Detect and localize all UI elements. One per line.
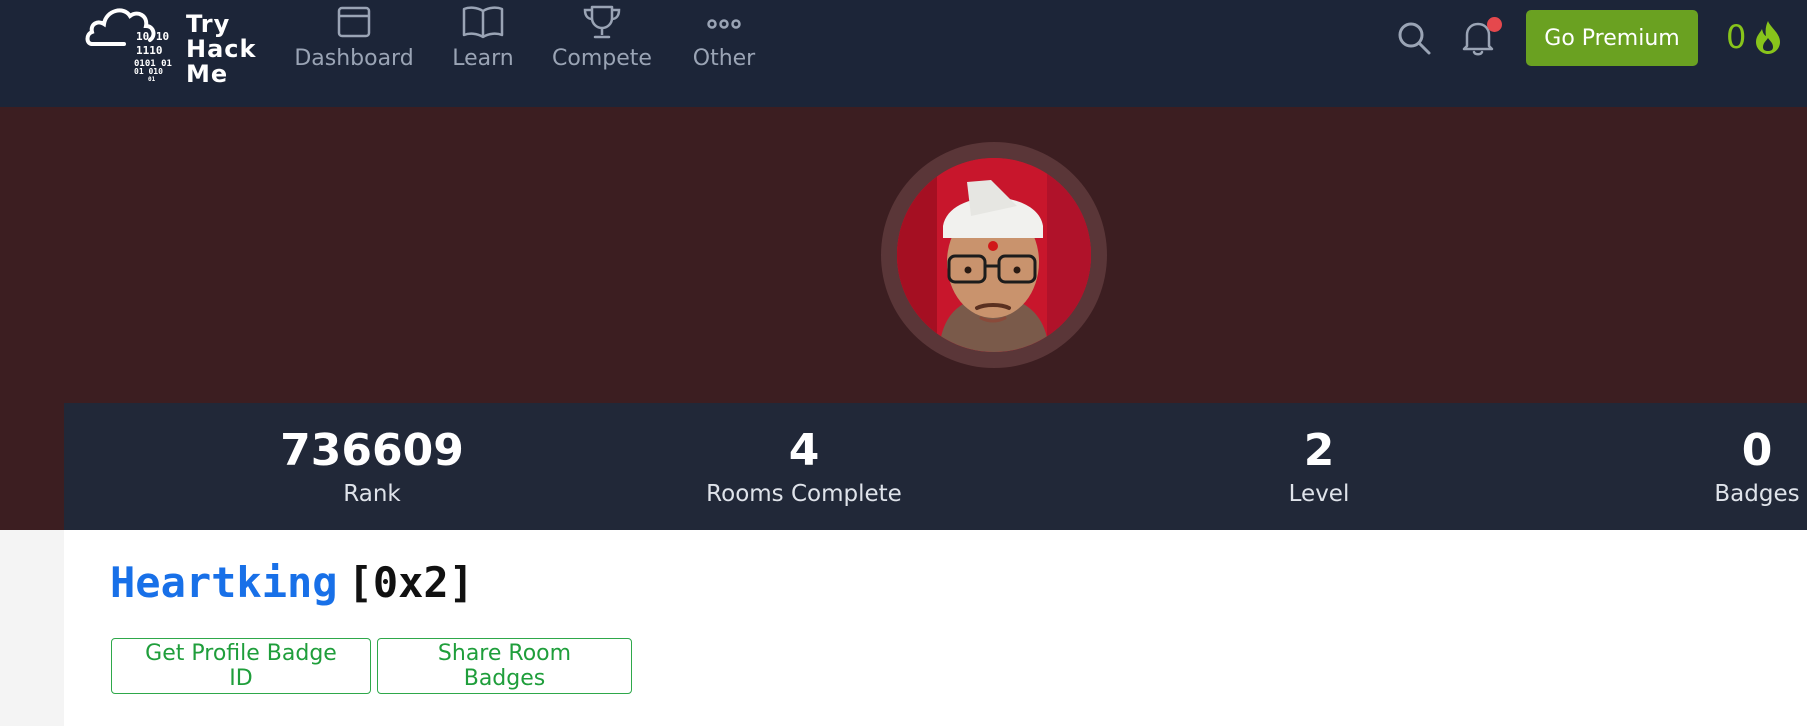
nav-learn-label: Learn [452,46,514,71]
stat-rank-label: Rank [343,481,401,507]
profile-content: Heartking [0x2] Get Profile Badge ID Shar… [64,530,1807,726]
user-avatar-photo [897,158,1091,352]
user-level-tag: [0x2] [347,558,475,607]
cloud-logo-icon: 10 10 1110 0101 01 01 010 01 [85,8,172,83]
stat-rooms-label: Rooms Complete [706,481,902,507]
username: Heartking [110,558,338,607]
nav-dashboard-label: Dashboard [294,46,414,71]
username-heading: Heartking [0x2] [110,558,474,607]
streak-count: 0 [1726,18,1747,56]
avatar[interactable] [897,158,1091,352]
nav-other-label: Other [692,46,756,71]
trophy-icon [583,5,621,39]
svg-text:01 010: 01 010 [134,67,163,76]
stat-level-value: 2 [1303,425,1335,476]
notification-dot [1487,17,1502,32]
svg-text:01: 01 [148,76,156,83]
stat-rank: 736609 Rank [212,403,532,530]
share-room-badges-button[interactable]: Share Room Badges [377,638,632,694]
browser-window-icon [337,6,371,38]
nav-compete-label: Compete [552,46,652,71]
nav-compete[interactable]: Compete [548,0,656,90]
nav-other[interactable]: Other [688,0,760,90]
logo-wordmark: Try Hack Me [186,10,257,88]
flame-icon [1756,21,1781,54]
stat-badges-value: 0 [1741,425,1773,476]
more-dots-icon [707,19,741,29]
go-premium-button[interactable]: Go Premium [1526,10,1698,66]
stat-rooms-complete: 4 Rooms Complete [644,403,964,530]
top-navbar: 10 10 1110 0101 01 01 010 01 Try Hack Me… [0,0,1807,107]
nav-learn[interactable]: Learn [448,0,518,90]
stat-badges-label: Badges [1714,481,1800,507]
book-icon [462,6,504,39]
stat-level-label: Level [1288,481,1350,507]
streak-counter[interactable]: 0 [1726,17,1784,57]
profile-stats-bar: 736609 Rank 4 Rooms Complete 2 Level 0 B… [64,403,1807,530]
stat-rooms-value: 4 [788,425,820,476]
svg-text:10 10: 10 10 [136,30,169,43]
tryhackme-logo[interactable]: 10 10 1110 0101 01 01 010 01 Try Hack Me [84,0,264,92]
svg-text:1110: 1110 [136,44,163,57]
get-profile-badge-id-button[interactable]: Get Profile Badge ID [111,638,371,694]
stat-level: 2 Level [1159,403,1479,530]
stat-rank-value: 736609 [280,425,464,476]
nav-dashboard[interactable]: Dashboard [290,0,418,90]
search-icon[interactable] [1396,20,1432,56]
stat-badges: 0 Badges [1597,403,1807,530]
